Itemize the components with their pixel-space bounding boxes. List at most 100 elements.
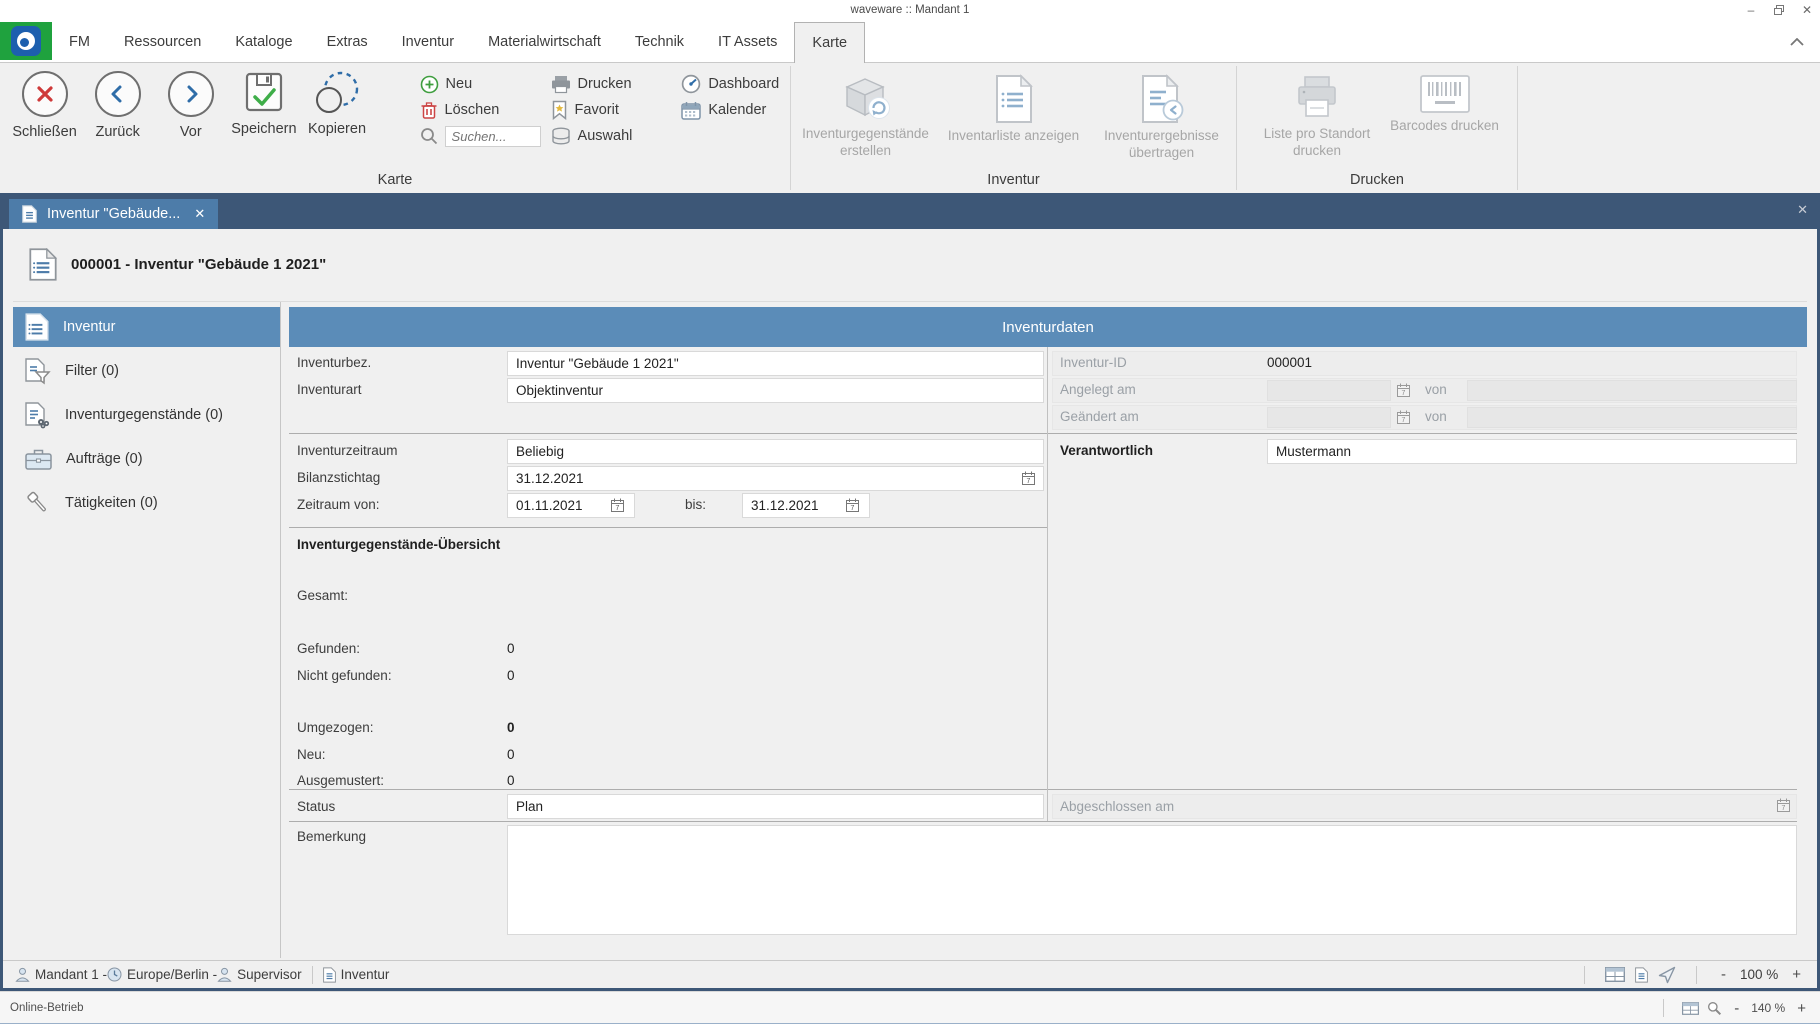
field-label-bemerkung: Bemerkung	[297, 829, 366, 844]
navigate-icon[interactable]	[1658, 966, 1676, 984]
inventurzeitraum-input[interactable]	[507, 439, 1044, 464]
inventurbez-input[interactable]	[507, 351, 1044, 376]
sidebar-item-inventurgegenstaende[interactable]: Inventurgegenstände (0)	[13, 395, 280, 435]
separator-line	[289, 789, 1797, 790]
overview-value-neu: 0	[507, 747, 515, 762]
app-zoom-in-button[interactable]: +	[1793, 1000, 1810, 1017]
menu-item-extras[interactable]: Extras	[310, 22, 385, 62]
app-logo[interactable]	[0, 22, 52, 60]
magnifier-icon[interactable]	[1707, 1001, 1722, 1016]
barcode-icon	[1419, 74, 1471, 114]
sidebar-item-auftraege[interactable]: Aufträge (0)	[13, 439, 280, 479]
calendar-picker-icon[interactable]: 7	[611, 498, 624, 512]
drucken-button[interactable]: Drucken	[551, 71, 652, 97]
sidebar-item-inventur[interactable]: Inventur	[13, 307, 280, 347]
menu-item-fm[interactable]: FM	[52, 22, 107, 62]
bilanzstichtag-input[interactable]	[507, 466, 1044, 491]
zeitraum-bis-label: bis:	[685, 497, 706, 512]
document-transfer-icon	[1139, 74, 1185, 124]
status-input[interactable]	[507, 794, 1044, 819]
form-body: Inventur Filter (0) Inventurgegenstände …	[13, 301, 1807, 958]
search-input[interactable]	[445, 126, 541, 147]
ribbon-group-label-karte: Karte	[0, 172, 790, 188]
table-view-icon[interactable]	[1605, 967, 1625, 982]
geaendert-am-von-label: von	[1425, 409, 1447, 424]
overview-label-gefunden: Gefunden:	[297, 641, 360, 656]
neu-button[interactable]: Neu	[420, 71, 541, 97]
document-tabstrip: Inventur "Gebäude... ✕ ✕	[0, 193, 1820, 229]
sidebar-item-filter[interactable]: Filter (0)	[13, 351, 280, 391]
menu-item-materialwirtschaft[interactable]: Materialwirtschaft	[471, 22, 618, 62]
svg-text:7: 7	[1782, 805, 1786, 812]
sidebar-item-taetigkeiten[interactable]: Tätigkeiten (0)	[13, 483, 280, 523]
field-label-inventurbez: Inventurbez.	[297, 355, 371, 370]
trash-icon	[420, 101, 438, 120]
clock-icon	[107, 967, 122, 982]
calendar-mini-icon: 7	[1777, 798, 1790, 812]
menu-bar: FM Ressourcen Kataloge Extras Inventur M…	[0, 22, 1820, 63]
record-document-icon	[29, 248, 57, 281]
overview-label-umgezogen: Umgezogen:	[297, 720, 374, 735]
document-icon	[25, 313, 49, 341]
tab-inventur-gebaeude[interactable]: Inventur "Gebäude... ✕	[9, 199, 218, 229]
table-view-icon[interactable]	[1682, 1002, 1699, 1015]
loeschen-button[interactable]: Löschen	[420, 97, 541, 123]
menu-item-technik[interactable]: Technik	[618, 22, 701, 62]
calendar-picker-icon[interactable]: 7	[846, 498, 859, 512]
zoom-in-button[interactable]: +	[1788, 966, 1805, 983]
geaendert-am-date-field	[1267, 407, 1391, 428]
close-icon[interactable]: ✕	[1800, 3, 1814, 17]
mandant-label: Mandant 1 -	[35, 967, 107, 982]
bemerkung-textarea[interactable]	[507, 825, 1797, 935]
hammer-icon	[25, 490, 51, 516]
menu-item-it-assets[interactable]: IT Assets	[701, 22, 794, 62]
favorit-button[interactable]: Favorit	[551, 97, 652, 123]
inventur-id-value: 000001	[1267, 355, 1312, 370]
close-circle-icon	[35, 84, 55, 104]
ribbon-group-inventur: Inventurgegenstände erstellen Inventarli…	[791, 63, 1236, 193]
search-icon	[420, 127, 438, 145]
geaendert-am-von-field	[1467, 407, 1797, 428]
menu-item-inventur[interactable]: Inventur	[385, 22, 471, 62]
document-gears-icon	[25, 401, 51, 429]
menu-item-ressourcen[interactable]: Ressourcen	[107, 22, 218, 62]
menu-item-kataloge[interactable]: Kataloge	[218, 22, 309, 62]
angelegt-am-date-field	[1267, 380, 1391, 401]
svg-text:7: 7	[851, 505, 855, 512]
tabstrip-close-icon[interactable]: ✕	[1797, 202, 1808, 218]
inventurart-input[interactable]	[507, 378, 1044, 403]
field-label-inventurzeitraum: Inventurzeitraum	[297, 443, 398, 458]
printer-large-icon	[1293, 74, 1341, 122]
arrow-right-icon	[181, 84, 201, 104]
package-refresh-icon	[839, 74, 893, 122]
ribbon-collapse-button[interactable]	[1790, 22, 1804, 62]
ribbon: Schließen Zurück Vor Speichern Kopieren	[0, 63, 1820, 193]
status-separator	[1663, 999, 1664, 1017]
printer-icon	[551, 75, 571, 94]
zoom-out-button[interactable]: -	[1717, 966, 1730, 983]
menu-item-karte-active[interactable]: Karte	[794, 22, 865, 63]
arrow-left-icon	[108, 84, 128, 104]
calendar-picker-icon[interactable]: 7	[1022, 471, 1035, 485]
auswahl-button[interactable]: Auswahl	[551, 123, 652, 149]
user-icon	[15, 967, 30, 982]
svg-text:7: 7	[1402, 417, 1406, 424]
app-zoom-out-button[interactable]: -	[1730, 1000, 1743, 1017]
title-bar: waveware :: Mandant 1 – ✕	[0, 0, 1820, 22]
minimize-icon[interactable]: –	[1744, 3, 1758, 17]
dashboard-button[interactable]: Dashboard	[681, 71, 790, 97]
timezone-label: Europe/Berlin -	[127, 967, 217, 982]
inventur-id-row	[1052, 351, 1797, 376]
angelegt-am-von-field	[1467, 380, 1797, 401]
kalender-button[interactable]: Kalender	[681, 97, 790, 123]
restore-icon[interactable]	[1772, 3, 1786, 17]
field-label-verantwortlich: Verantwortlich	[1060, 443, 1153, 458]
verantwortlich-input[interactable]	[1267, 439, 1797, 464]
copy-icon	[313, 69, 361, 117]
window-title: waveware :: Mandant 1	[0, 4, 1820, 16]
tab-close-icon[interactable]: ✕	[194, 206, 205, 222]
gauge-icon	[681, 74, 701, 94]
document-view-icon[interactable]	[1635, 967, 1648, 983]
session-status-bar: Mandant 1 - Europe/Berlin - Supervisor I…	[3, 960, 1817, 988]
zoom-level: 100 %	[1740, 967, 1778, 982]
